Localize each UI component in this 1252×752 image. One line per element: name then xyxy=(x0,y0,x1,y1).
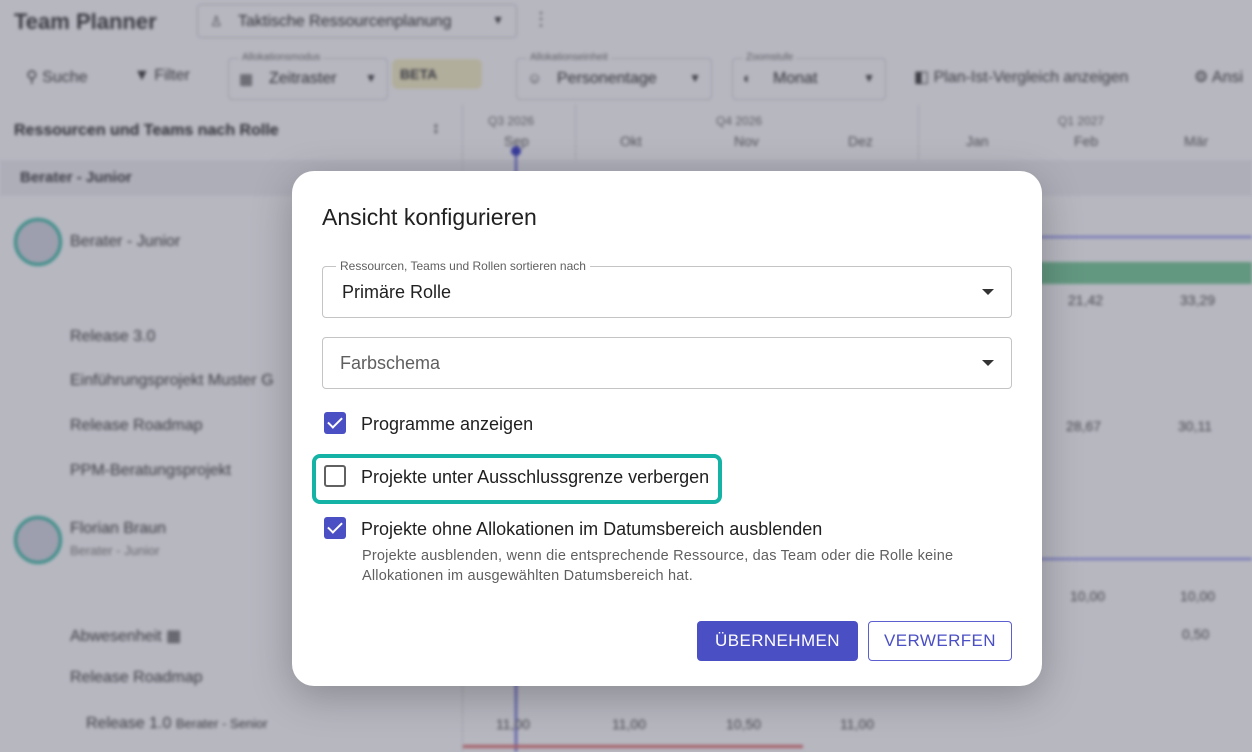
color-scheme-placeholder: Farbschema xyxy=(340,353,441,373)
sort-by-value: Primäre Rolle xyxy=(342,282,452,302)
show-programs-checkbox[interactable] xyxy=(324,412,346,434)
color-scheme-select[interactable]: Farbschema xyxy=(322,337,1012,389)
chevron-down-icon xyxy=(982,360,994,366)
hide-without-allocations-help: Projekte ausblenden, wenn die entspreche… xyxy=(362,548,954,584)
show-programs-label: Programme anzeigen xyxy=(361,414,534,434)
sort-by-select[interactable]: Ressourcen, Teams und Rollen sortieren n… xyxy=(322,259,1012,318)
hide-without-allocations-label: Projekte ohne Allokationen im Datumsbere… xyxy=(361,519,823,539)
hide-below-threshold-label: Projekte unter Ausschlussgrenze verberge… xyxy=(361,467,710,487)
hide-below-threshold-checkbox[interactable] xyxy=(324,465,346,487)
hide-without-allocations-checkbox[interactable] xyxy=(324,517,346,539)
sort-by-label: Ressourcen, Teams und Rollen sortieren n… xyxy=(336,259,590,273)
chevron-down-icon xyxy=(982,289,994,295)
apply-button[interactable]: ÜBERNEHMEN xyxy=(697,621,858,661)
configure-view-dialog: Ansicht konfigurieren Ressourcen, Teams … xyxy=(292,171,1042,686)
discard-button[interactable]: VERWERFEN xyxy=(868,621,1012,661)
dialog-title: Ansicht konfigurieren xyxy=(322,204,537,230)
